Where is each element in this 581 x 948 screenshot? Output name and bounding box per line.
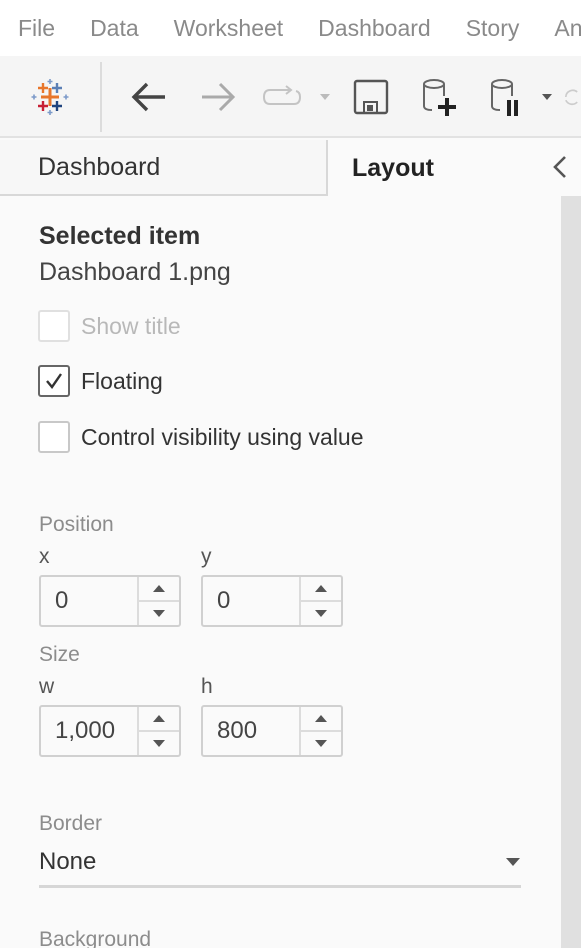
y-input[interactable]: 0 (203, 577, 301, 625)
background-section-label: Background (39, 928, 152, 948)
y-increment-button[interactable] (301, 577, 341, 602)
show-title-label: Show title (81, 312, 181, 339)
size-section-label: Size (39, 643, 80, 666)
toolbar-separator (100, 62, 102, 132)
caret-down-icon (153, 740, 165, 747)
menu-story[interactable]: Story (466, 15, 520, 42)
selected-item-heading: Selected item (39, 222, 201, 250)
caret-up-icon (315, 585, 327, 592)
menu-worksheet[interactable]: Worksheet (174, 15, 284, 42)
x-decrement-button[interactable] (139, 602, 179, 625)
save-icon[interactable] (348, 56, 394, 138)
new-data-source-icon[interactable] (416, 56, 462, 138)
refresh-icon[interactable] (562, 56, 581, 138)
control-visibility-checkbox[interactable]: Control visibility using value (38, 421, 364, 453)
checkbox-box[interactable] (38, 365, 70, 397)
caret-down-icon (315, 740, 327, 747)
menu-dashboard[interactable]: Dashboard (318, 15, 431, 42)
width-decrement-button[interactable] (139, 732, 179, 755)
height-decrement-button[interactable] (301, 732, 341, 755)
border-dropdown-value: None (39, 847, 97, 875)
floating-label: Floating (81, 367, 163, 394)
show-title-checkbox[interactable]: Show title (38, 310, 181, 342)
pause-auto-updates-icon[interactable] (484, 56, 530, 138)
x-stepper[interactable]: 0 (39, 575, 181, 627)
position-section-label: Position (39, 513, 114, 536)
caret-down-icon (153, 610, 165, 617)
y-label: y (201, 545, 212, 568)
width-input[interactable]: 1,000 (41, 707, 139, 755)
height-increment-button[interactable] (301, 707, 341, 732)
tab-dashboard[interactable]: Dashboard (0, 140, 328, 196)
menu-data[interactable]: Data (90, 15, 139, 42)
menu-bar: File Data Worksheet Dashboard Story Anal… (0, 0, 581, 56)
y-decrement-button[interactable] (301, 602, 341, 625)
caret-up-icon (153, 585, 165, 592)
checkbox-box[interactable] (38, 421, 70, 453)
pause-dropdown-icon[interactable] (538, 56, 556, 138)
border-section-label: Border (39, 812, 103, 835)
redo-dropdown-icon[interactable] (316, 56, 334, 138)
chevron-left-icon (553, 156, 566, 178)
selected-item-value: Dashboard 1.png (39, 258, 231, 286)
x-input[interactable]: 0 (41, 577, 139, 625)
chevron-down-icon (506, 857, 520, 866)
floating-checkbox[interactable]: Floating (38, 365, 163, 397)
toolbar (0, 56, 581, 138)
back-arrow-icon[interactable] (126, 56, 172, 138)
width-increment-button[interactable] (139, 707, 179, 732)
x-label: x (39, 545, 50, 568)
tableau-logo-icon[interactable] (22, 56, 78, 138)
width-stepper[interactable]: 1,000 (39, 705, 181, 757)
layout-panel: Selected item Dashboard 1.png Show title… (0, 196, 561, 948)
panel-scrollbar[interactable] (561, 196, 581, 948)
y-stepper[interactable]: 0 (201, 575, 343, 627)
h-label: h (201, 675, 213, 698)
forward-arrow-icon[interactable] (195, 56, 241, 138)
border-dropdown[interactable]: None (39, 838, 521, 888)
tab-layout[interactable]: Layout (330, 140, 540, 196)
redo-icon[interactable] (258, 56, 306, 138)
w-label: w (39, 675, 55, 698)
checkbox-box[interactable] (38, 310, 70, 342)
height-input[interactable]: 800 (203, 707, 301, 755)
collapse-panel-button[interactable] (546, 152, 574, 182)
x-increment-button[interactable] (139, 577, 179, 602)
caret-up-icon (153, 715, 165, 722)
checkmark-icon (46, 373, 62, 389)
side-panel-tabs: Dashboard Layout (0, 140, 581, 196)
menu-file[interactable]: File (18, 15, 55, 42)
menu-analysis[interactable]: Analysis (554, 15, 581, 42)
caret-down-icon (315, 610, 327, 617)
caret-up-icon (315, 715, 327, 722)
height-stepper[interactable]: 800 (201, 705, 343, 757)
control-visibility-label: Control visibility using value (81, 423, 364, 450)
